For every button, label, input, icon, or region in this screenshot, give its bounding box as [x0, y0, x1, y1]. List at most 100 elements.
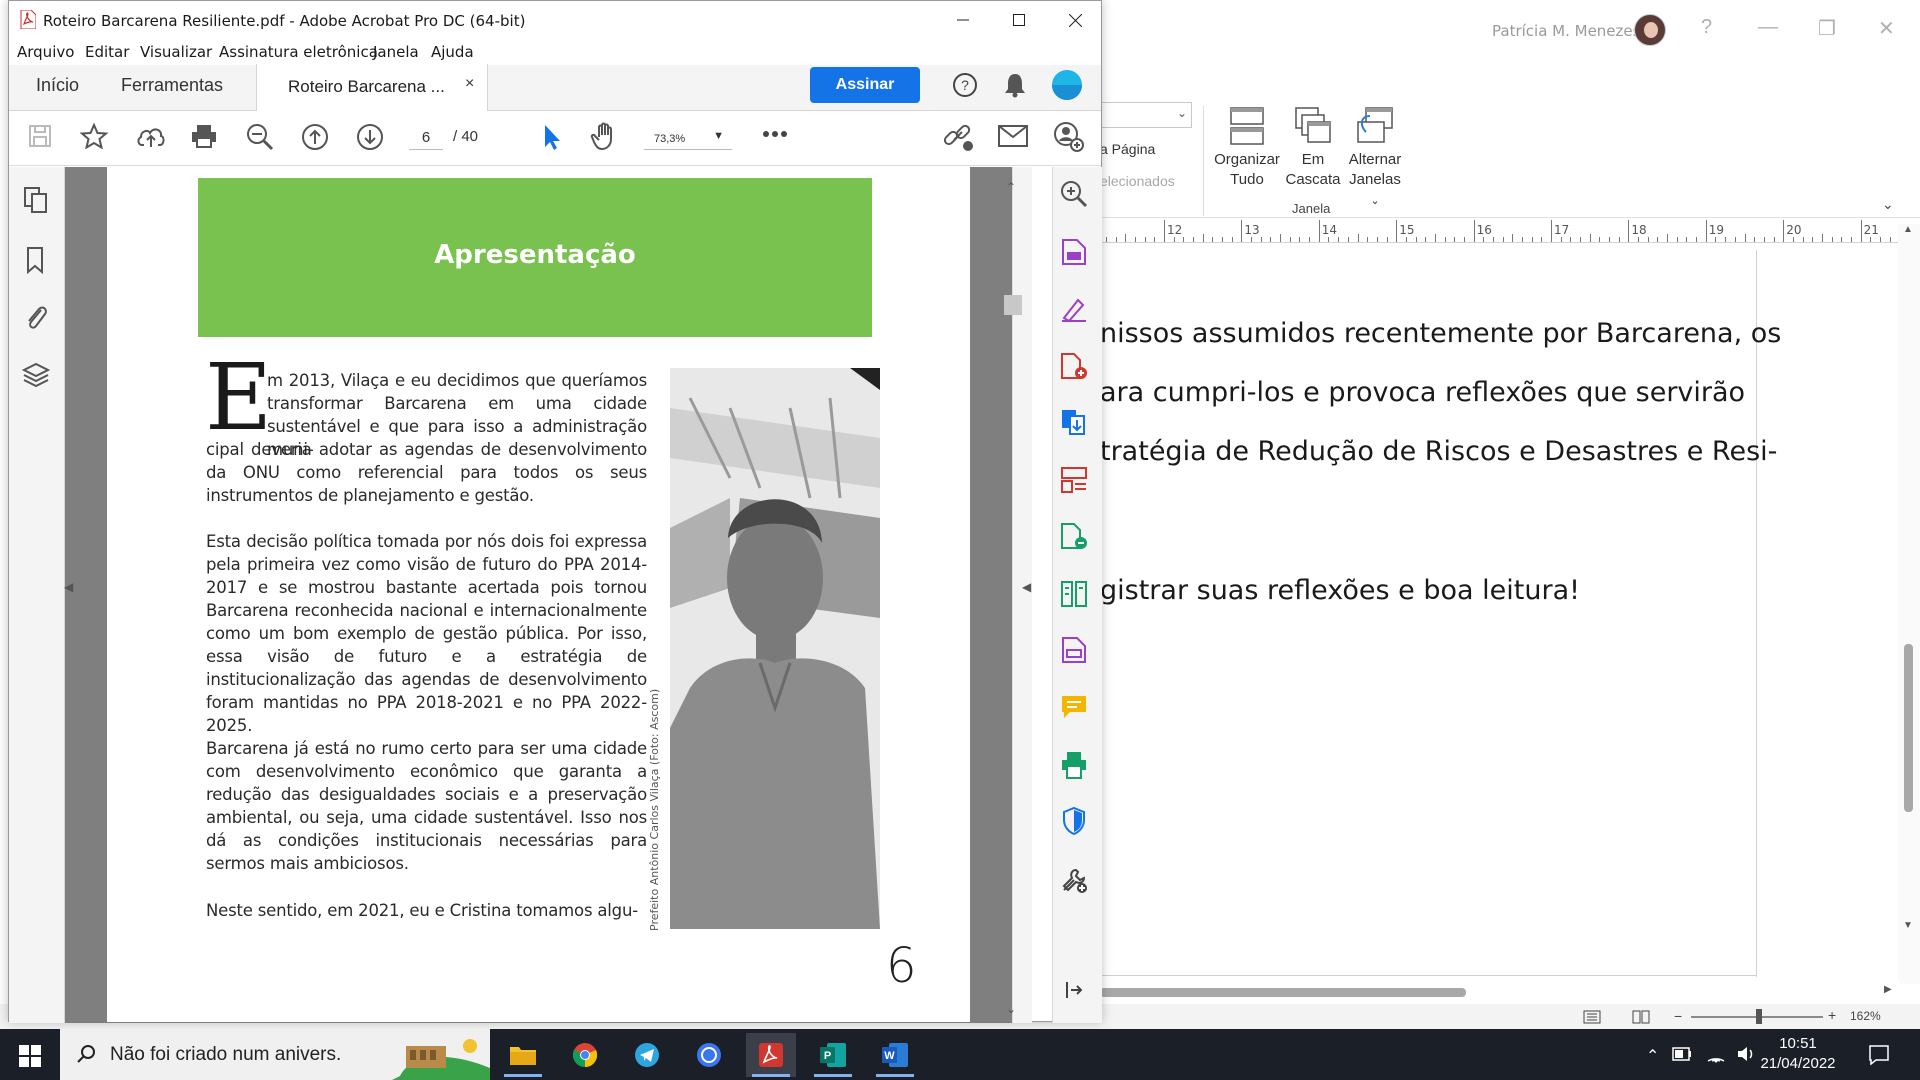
tab-ferramentas[interactable]: Ferramentas [121, 75, 223, 96]
doc-line[interactable]: nissos assumidos recentemente por Barcar… [1100, 318, 1781, 349]
word-document-area[interactable] [1100, 244, 1908, 974]
ruler-tick [1125, 234, 1127, 242]
select-cursor-icon[interactable] [542, 123, 562, 151]
page-number-input[interactable]: 6 [409, 126, 443, 150]
zoom-select[interactable]: 73,3% ▼ [644, 126, 732, 150]
taskbar-clock[interactable]: 10:51 21/04/2022 [1758, 1034, 1838, 1074]
next-page-icon[interactable] [356, 123, 384, 151]
switch-windows-button[interactable]: Alternar Janelas ⌄ [1344, 106, 1406, 211]
combine-files-icon[interactable] [1060, 408, 1088, 436]
notification-bell-icon[interactable] [1004, 72, 1026, 98]
read-mode-icon[interactable] [1583, 1010, 1601, 1024]
ribbon-dropdown[interactable]: ⌄ [1100, 102, 1192, 128]
help-icon[interactable]: ? [1701, 16, 1712, 39]
zoom-out-icon[interactable] [246, 123, 274, 151]
zoom-out-icon[interactable]: − [1674, 1008, 1682, 1024]
tab-inicio[interactable]: Início [36, 75, 79, 96]
taskbar-chrome[interactable] [560, 1033, 610, 1077]
doc-line[interactable]: ara cumpri-los e provoca reflexões que s… [1100, 377, 1745, 408]
doc-line[interactable]: tratégia de Redução de Riscos e Desastre… [1100, 436, 1777, 467]
menu-ajuda[interactable]: Ajuda [431, 43, 474, 61]
account-icon[interactable] [1051, 69, 1083, 101]
scroll-right-icon[interactable]: ▶ [1884, 984, 1892, 995]
print-production-icon[interactable] [1060, 750, 1088, 780]
notifications-icon[interactable] [1868, 1044, 1890, 1066]
scroll-up-icon[interactable]: ⌃ [1006, 180, 1016, 194]
print-icon[interactable] [190, 123, 218, 149]
more-tools-wrench-icon[interactable] [1060, 866, 1088, 894]
minimize-button[interactable] [935, 1, 991, 39]
print-layout-icon[interactable] [1632, 1010, 1650, 1024]
wifi-icon[interactable] [1706, 1045, 1726, 1063]
layers-icon[interactable] [22, 361, 50, 389]
zoom-percentage[interactable]: 162% [1850, 1009, 1881, 1023]
scroll-up-icon[interactable]: ▲ [1903, 224, 1913, 235]
save-icon[interactable] [28, 124, 52, 148]
one-page-label[interactable]: a Página [1100, 141, 1155, 157]
menu-editar[interactable]: Editar [85, 43, 129, 61]
scroll-down-icon[interactable]: ▼ [1903, 920, 1913, 931]
export-pdf-icon[interactable] [1061, 238, 1087, 266]
maximize-button[interactable] [991, 1, 1047, 39]
taskbar-word[interactable]: W [870, 1033, 920, 1077]
taskbar-publisher[interactable]: P [808, 1033, 858, 1077]
doc-line[interactable]: gistrar suas reflexões e boa leitura! [1100, 575, 1580, 606]
pdf-scroll-thumb[interactable] [1004, 295, 1022, 315]
add-user-icon[interactable] [1054, 122, 1084, 152]
taskbar-acrobat[interactable] [746, 1033, 796, 1077]
tab-document[interactable]: Roteiro Barcarena ... × [256, 64, 488, 111]
collapse-left-icon[interactable]: ◀ [64, 580, 73, 594]
minimize-icon[interactable]: — [1758, 16, 1778, 39]
bookmark-icon[interactable] [25, 246, 45, 274]
user-name[interactable]: Patrícia M. Menezes [1492, 22, 1640, 40]
help-icon[interactable]: ? [952, 72, 978, 98]
menu-janela[interactable]: Janela [373, 43, 419, 61]
close-icon[interactable]: ✕ [1878, 16, 1895, 41]
tab-close-icon[interactable]: × [465, 75, 474, 93]
tray-overflow-icon[interactable]: ⌃ [1646, 1046, 1659, 1066]
more-tools-icon[interactable] [762, 130, 788, 138]
hand-tool-icon[interactable] [590, 121, 620, 151]
zoom-in-icon[interactable]: + [1828, 1007, 1836, 1023]
zoom-search-icon[interactable] [1060, 180, 1088, 208]
compress-pdf-icon[interactable] [1060, 580, 1088, 608]
menu-visualizar[interactable]: Visualizar [140, 43, 212, 61]
fill-sign-icon[interactable] [1060, 294, 1088, 322]
arrange-all-button[interactable]: Organizar Tudo [1210, 106, 1284, 190]
search-text[interactable]: Não foi criado num anivers. [110, 1044, 341, 1066]
organize-pages-icon[interactable] [1060, 466, 1088, 494]
cloud-upload-icon[interactable] [136, 123, 166, 149]
vertical-scroll-thumb[interactable] [1904, 644, 1913, 812]
collapse-tools-pane-icon[interactable] [1064, 980, 1084, 1000]
email-icon[interactable] [998, 125, 1028, 147]
comment-icon[interactable] [1060, 694, 1088, 720]
star-icon[interactable] [80, 123, 108, 149]
taskbar-signal[interactable] [684, 1033, 734, 1077]
share-link-icon[interactable] [942, 122, 974, 152]
battery-icon[interactable] [1672, 1047, 1692, 1061]
restore-icon[interactable]: ❐ [1818, 16, 1836, 41]
sign-button[interactable]: Assinar [810, 67, 920, 103]
page-thumbnails-icon[interactable] [23, 186, 49, 214]
horizontal-scroll-thumb[interactable] [1100, 988, 1466, 997]
vertical-scrollbar[interactable]: ▲ ▼ [1898, 224, 1920, 984]
attachment-icon[interactable] [23, 302, 49, 332]
user-avatar[interactable] [1634, 14, 1666, 46]
close-button[interactable] [1047, 1, 1103, 39]
scroll-down-icon[interactable]: ⌄ [1006, 1002, 1016, 1016]
collapse-ribbon-icon[interactable]: ⌄ [1882, 196, 1894, 213]
collapse-right-icon[interactable]: ◀ [1022, 580, 1031, 594]
menu-assinatura[interactable]: Assinatura eletrônica [219, 43, 378, 61]
volume-icon[interactable] [1736, 1045, 1756, 1063]
taskbar-telegram[interactable] [622, 1033, 672, 1077]
shield-icon[interactable] [1062, 806, 1086, 836]
create-pdf-icon[interactable] [1060, 352, 1088, 380]
protect-pdf-icon[interactable] [1061, 636, 1087, 664]
taskbar-file-explorer[interactable] [498, 1033, 548, 1077]
cascade-button[interactable]: Em Cascata [1284, 106, 1342, 190]
edit-pdf-icon[interactable] [1060, 522, 1088, 550]
windows-start-icon[interactable] [19, 1045, 41, 1067]
previous-page-icon[interactable] [301, 123, 329, 151]
menu-arquivo[interactable]: Arquivo [17, 43, 74, 61]
zoom-slider-thumb[interactable] [1756, 1009, 1762, 1024]
